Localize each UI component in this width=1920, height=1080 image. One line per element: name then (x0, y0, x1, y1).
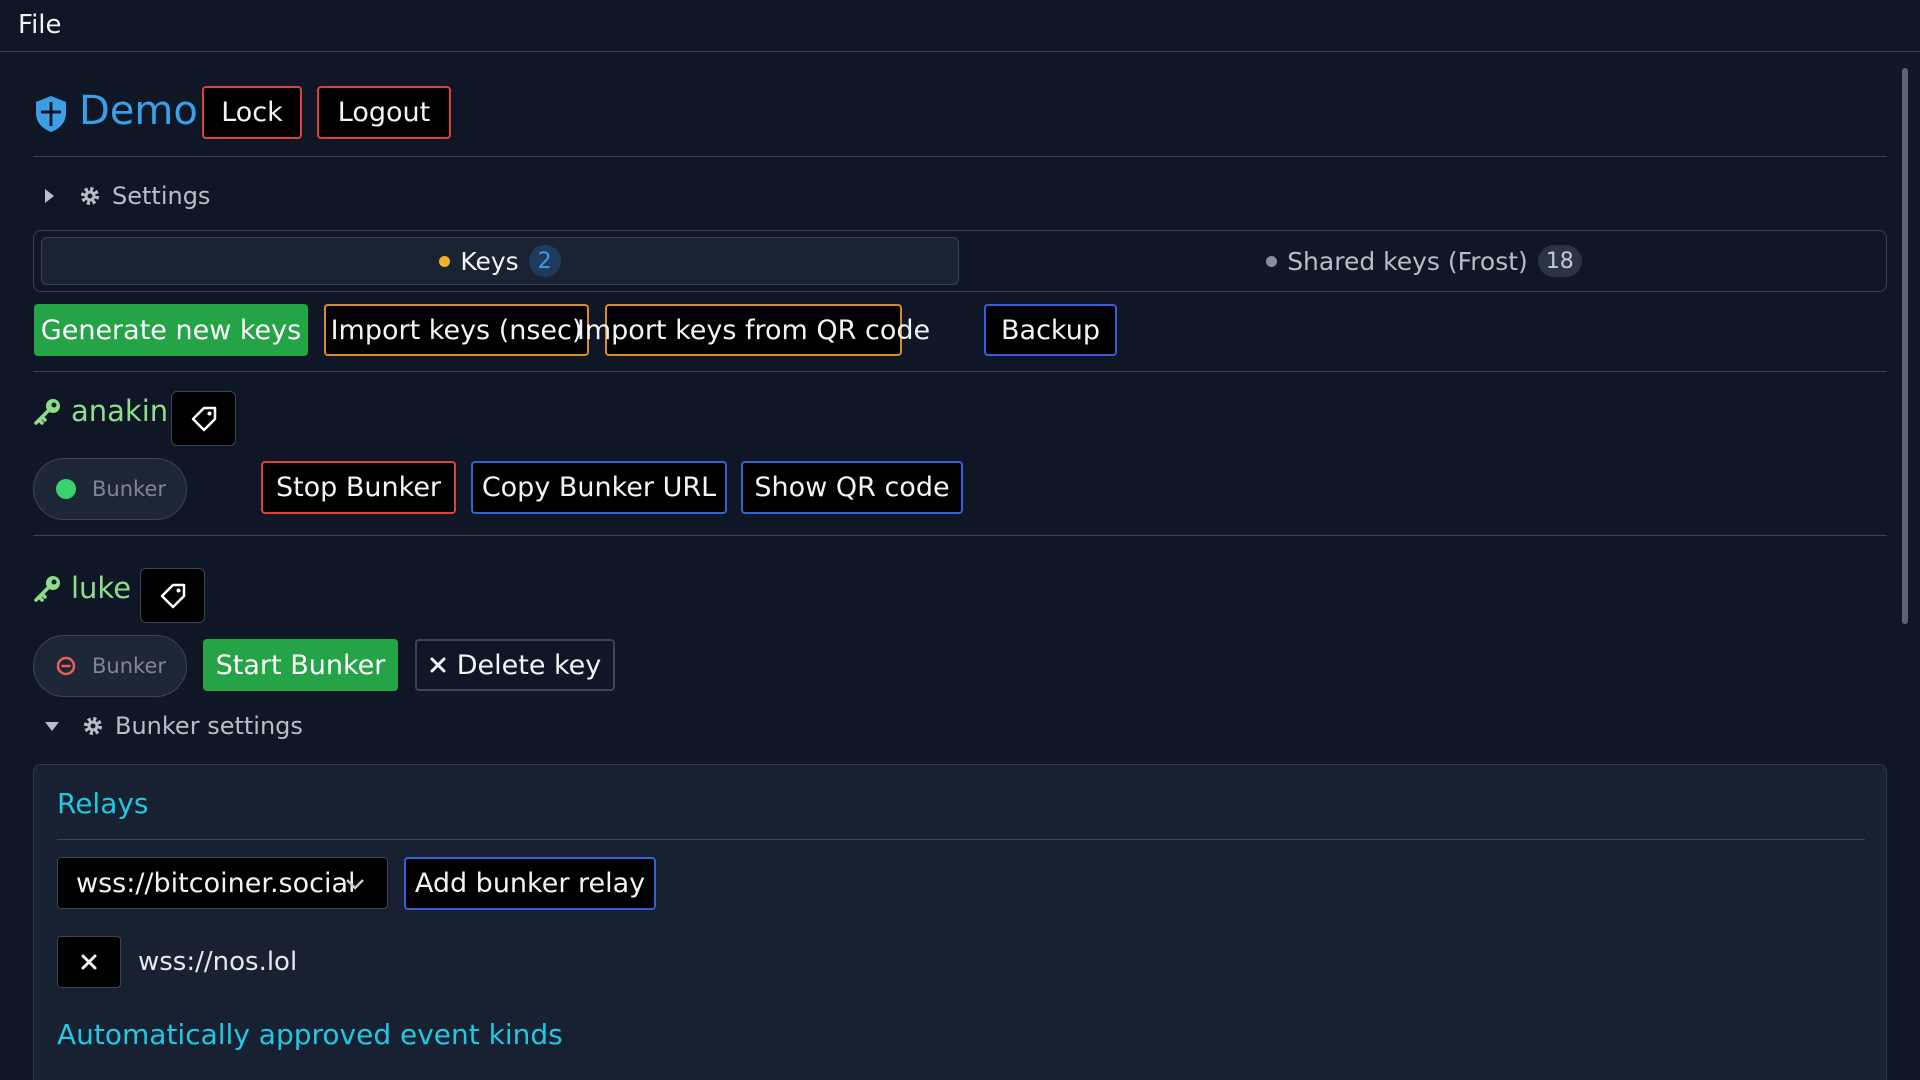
bunker-toggle-luke[interactable]: Bunker (33, 635, 187, 697)
tab-keys-label: Keys (460, 246, 519, 276)
relays-title: Relays (57, 787, 149, 820)
menu-file[interactable]: File (18, 10, 62, 40)
tag-button[interactable] (171, 391, 236, 446)
remove-relay-button[interactable] (57, 936, 121, 988)
tag-button[interactable] (140, 568, 205, 623)
add-bunker-relay-button[interactable]: Add bunker relay (404, 857, 656, 910)
gear-icon (81, 187, 99, 205)
tab-shared-keys-label: Shared keys (Frost) (1287, 246, 1528, 276)
chevron-down-icon (346, 879, 364, 890)
divider (33, 371, 1887, 372)
delete-key-label: Delete key (456, 649, 602, 681)
start-bunker-button[interactable]: Start Bunker (203, 639, 398, 691)
relay-select-value: wss://bitcoiner.social (76, 867, 356, 899)
keys-tabs: Keys 2 Shared keys (Frost) 18 (33, 230, 1887, 292)
show-qr-code-button[interactable]: Show QR code (741, 461, 963, 514)
key-name-label: anakin (71, 394, 169, 428)
approved-kinds-title: Automatically approved event kinds (57, 1018, 563, 1051)
relay-select[interactable]: wss://bitcoiner.social (57, 857, 388, 909)
bunker-settings-label: Bunker settings (115, 712, 303, 740)
shield-icon (36, 96, 66, 132)
copy-bunker-url-button[interactable]: Copy Bunker URL (471, 461, 727, 514)
app-title: Demo (79, 88, 198, 134)
header: Demo Lock Logout (33, 86, 1887, 142)
close-icon (430, 657, 446, 673)
divider (33, 535, 1887, 536)
close-icon (81, 954, 97, 970)
key-name-anakin: anakin (33, 394, 168, 428)
settings-label: Settings (112, 182, 211, 210)
import-nsec-button[interactable]: Import keys (nsec) (324, 304, 589, 356)
generate-keys-button[interactable]: Generate new keys (34, 304, 308, 356)
tab-keys-count: 2 (528, 245, 561, 277)
bunker-label: Bunker (92, 477, 166, 501)
menu-bar: File (0, 0, 1920, 52)
divider (33, 156, 1887, 157)
tag-icon (160, 583, 185, 608)
status-dot (439, 255, 451, 267)
main-content: Demo Lock Logout Settings Keys 2 Shared … (33, 52, 1887, 1080)
tab-shared-keys[interactable]: Shared keys (Frost) 18 (968, 237, 1880, 285)
divider (57, 839, 1865, 840)
key-icon (34, 399, 60, 425)
bunker-label: Bunker (92, 654, 166, 678)
bunker-toggle-anakin[interactable]: Bunker (33, 458, 187, 520)
logout-button[interactable]: Logout (317, 86, 451, 139)
bunker-settings-panel: Relays wss://bitcoiner.social Add bunker… (33, 764, 1887, 1080)
backup-button[interactable]: Backup (984, 304, 1117, 356)
gear-icon (84, 717, 102, 735)
tab-keys[interactable]: Keys 2 (41, 237, 959, 285)
caret-down-icon (45, 721, 59, 731)
delete-key-button[interactable]: Delete key (415, 639, 615, 691)
key-icon (34, 576, 60, 602)
settings-toggle[interactable]: Settings (45, 182, 210, 210)
bunker-running-icon (56, 479, 76, 499)
lock-button[interactable]: Lock (202, 86, 302, 139)
key-name-label: luke (71, 571, 132, 605)
tag-icon (191, 406, 216, 431)
stopped-icon (56, 656, 76, 676)
scrollbar[interactable] (1902, 68, 1908, 624)
bunker-settings-toggle[interactable]: Bunker settings (45, 712, 303, 740)
status-dot (1266, 255, 1278, 267)
key-name-luke: luke (33, 571, 131, 605)
caret-right-icon (45, 189, 54, 203)
import-qr-button[interactable]: Import keys from QR code (577, 304, 930, 356)
stop-bunker-button[interactable]: Stop Bunker (261, 461, 456, 514)
tab-shared-keys-count: 18 (1537, 245, 1582, 277)
relay-url: wss://nos.lol (138, 947, 298, 977)
